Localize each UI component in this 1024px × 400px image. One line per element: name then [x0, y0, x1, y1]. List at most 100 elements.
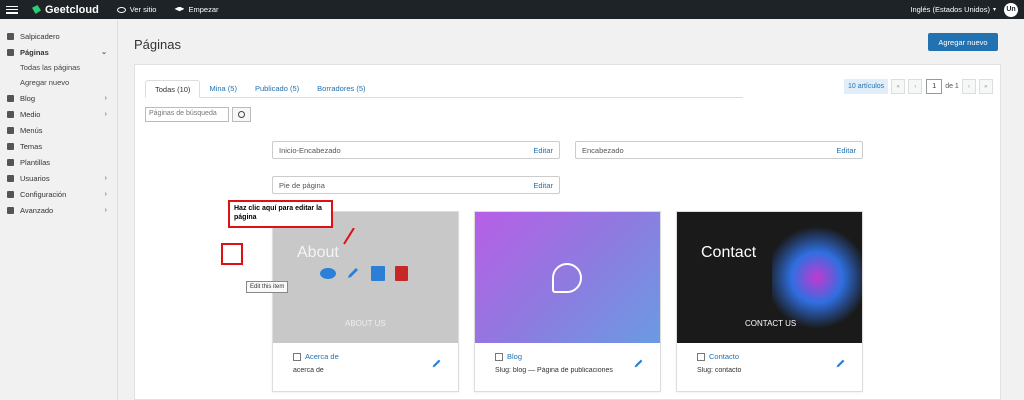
thumbnail-subheading: ABOUT US: [345, 319, 386, 328]
section-header: Encabezado Editar: [575, 141, 863, 159]
tab-mine[interactable]: Mina (5): [200, 79, 246, 97]
tab-published[interactable]: Publicado (5): [246, 79, 308, 97]
thumbnail-image: [772, 220, 862, 335]
sidebar-item-label: Salpicadero: [20, 31, 60, 41]
first-page-button[interactable]: «: [891, 79, 906, 94]
pages-icon: [7, 48, 14, 56]
edit-link[interactable]: Editar: [836, 146, 856, 155]
callout-annotation: Haz clic aquí para editar la página: [228, 200, 333, 228]
logo-text: Geetcloud: [45, 3, 99, 16]
avatar[interactable]: Un: [1004, 2, 1018, 17]
sidebar-item-label: Configuración: [20, 189, 67, 199]
card-title[interactable]: Contacto: [709, 352, 739, 361]
card-slug: Slug: blog — Página de publicaciones: [495, 367, 613, 375]
start-label: Empezar: [188, 5, 219, 14]
prev-page-button[interactable]: ‹: [908, 79, 923, 94]
card-slug: acerca de: [293, 367, 324, 375]
page-thumbnail[interactable]: About ABOUT US: [273, 212, 458, 343]
sidebar-item-blog[interactable]: Blog ›: [0, 90, 117, 106]
sidebar-item-templates[interactable]: Plantillas: [0, 154, 117, 170]
trash-icon[interactable]: [395, 266, 408, 281]
sidebar-item-media[interactable]: Medio ›: [0, 106, 117, 122]
chevron-right-icon: ›: [104, 206, 107, 214]
menu-icon[interactable]: [6, 5, 18, 14]
sidebar-item-label: Menús: [20, 125, 43, 135]
chevron-right-icon: ›: [104, 174, 107, 182]
search-input[interactable]: Páginas de búsqueda: [145, 107, 229, 122]
pages-panel: Todas (10) Mina (5) Publicado (5) Borrad…: [134, 64, 1001, 400]
sidebar-item-add-new[interactable]: Agregar nuevo: [0, 75, 117, 90]
next-page-button[interactable]: ›: [961, 79, 976, 94]
tab-drafts[interactable]: Borradores (5): [308, 79, 374, 97]
select-checkbox[interactable]: [697, 353, 705, 362]
sidebar-item-label: Páginas: [20, 47, 49, 57]
section-home-header: Inicio-Encabezado Editar: [272, 141, 560, 159]
start-link[interactable]: Empezar: [174, 5, 219, 14]
edit-icon[interactable]: [633, 358, 644, 369]
edit-highlight-box: [221, 243, 243, 265]
sidebar-item-users[interactable]: Usuarios ›: [0, 170, 117, 186]
sidebar-item-label: Plantillas: [20, 157, 51, 167]
tab-all[interactable]: Todas (10): [145, 80, 201, 98]
eye-icon: [116, 6, 126, 13]
media-icon: [7, 110, 14, 118]
brush-icon: [7, 142, 14, 150]
edit-link[interactable]: Editar: [533, 146, 553, 155]
duplicate-icon[interactable]: [371, 266, 385, 281]
select-checkbox[interactable]: [495, 353, 503, 362]
sidebar-item-advanced[interactable]: Avanzado ›: [0, 202, 117, 218]
current-page-input[interactable]: 1: [926, 79, 943, 94]
sidebar-item-menus[interactable]: Menús: [0, 122, 117, 138]
tooltip: Edit this item: [246, 281, 289, 293]
logo-icon: [32, 5, 41, 14]
sidebar-item-pages[interactable]: Páginas ⌄: [0, 44, 117, 60]
sidebar-item-dashboard[interactable]: Salpicadero: [0, 28, 117, 44]
top-bar: Geetcloud Ver sitio Empezar Inglés (Esta…: [0, 0, 1024, 19]
pagination: 10 artículos « ‹ 1 de 1 › »: [844, 79, 993, 94]
thumbnail-subheading: CONTACT US: [745, 319, 797, 328]
language-selector[interactable]: Inglés (Estados Unidos): [910, 5, 990, 14]
menu-list-icon: [7, 126, 14, 134]
sidebar: Salpicadero Páginas ⌄ Todas las páginas A…: [0, 19, 118, 400]
section-label: Encabezado: [582, 145, 624, 155]
sidebar-item-all-pages[interactable]: Todas las páginas: [0, 60, 117, 75]
sidebar-item-settings[interactable]: Configuración ›: [0, 186, 117, 202]
sidebar-item-label: Usuarios: [20, 173, 50, 183]
logo[interactable]: Geetcloud: [32, 4, 99, 16]
page-card-about: About ABOUT US Acerca de acerca de: [272, 211, 459, 392]
view-site-label: Ver sitio: [129, 5, 157, 14]
dashboard-icon: [7, 32, 14, 40]
thumbnail-heading: Contact: [701, 244, 757, 261]
pencil-icon: [7, 158, 14, 166]
section-label: Inicio-Encabezado: [279, 145, 341, 155]
page-thumbnail[interactable]: [475, 212, 660, 343]
caret-down-icon[interactable]: ▾: [993, 6, 996, 13]
page-thumbnail[interactable]: Contact CONTACT US: [677, 212, 862, 343]
page-title: Páginas: [134, 37, 181, 52]
section-footer: Pie de página Editar: [272, 176, 560, 194]
chevron-right-icon: ›: [104, 190, 107, 198]
edit-icon[interactable]: [835, 358, 846, 369]
add-new-button[interactable]: Agregar nuevo: [928, 33, 998, 51]
callout-arrow: [343, 228, 355, 245]
edit-icon[interactable]: [346, 266, 360, 280]
card-title[interactable]: Blog: [507, 352, 522, 361]
sidebar-item-label: Avanzado: [20, 205, 54, 215]
select-checkbox[interactable]: [293, 353, 301, 362]
section-label: Pie de página: [279, 180, 325, 190]
gears-icon: [7, 190, 14, 198]
card-slug: Slug: contacto: [697, 367, 742, 375]
user-icon: [7, 174, 14, 182]
gear-icon: [7, 206, 14, 214]
edit-link[interactable]: Editar: [533, 181, 553, 190]
view-icon[interactable]: [320, 268, 336, 279]
page-total: de 1: [945, 83, 959, 90]
edit-icon[interactable]: [431, 358, 442, 369]
chevron-right-icon: ›: [104, 94, 107, 102]
sidebar-item-themes[interactable]: Temas: [0, 138, 117, 154]
view-site-link[interactable]: Ver sitio: [116, 5, 157, 14]
search-button[interactable]: [232, 107, 251, 122]
last-page-button[interactable]: »: [978, 79, 993, 94]
card-title[interactable]: Acerca de: [305, 352, 339, 361]
pin-icon: [7, 94, 14, 102]
